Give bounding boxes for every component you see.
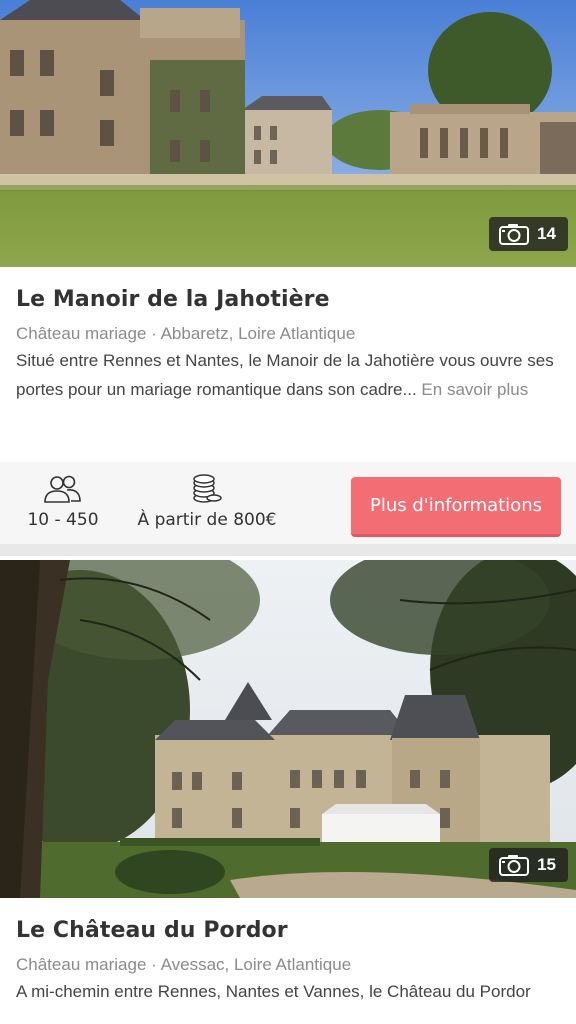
price-value: À partir de 800€ [137,510,277,530]
coins-icon [193,474,222,503]
photo-count-value: 15 [537,855,556,874]
photo-count-badge[interactable]: 15 [489,848,568,882]
listing-title[interactable]: Le Manoir de la Jahotière [16,287,560,317]
listing-description: A mi-chemin entre Rennes, Nantes et Vann… [16,977,560,1006]
listing-description: Situé entre Rennes et Nantes, le Manoir … [16,346,560,404]
photo-count-badge[interactable]: 14 [489,217,568,251]
listing-stats-bar: 10 - 450 À partir de 800€ Plus d'informa… [0,462,576,556]
camera-icon [499,224,530,245]
listing-title[interactable]: Le Château du Pordor [16,918,560,948]
guests-icon [44,475,81,503]
listing-photo[interactable]: 14 [0,0,576,267]
listing-body: Le Manoir de la Jahotière Château mariag… [0,267,576,462]
listing-card: 15 Le Château du Pordor Château mariage … [0,560,576,1006]
chateau-photo [0,560,576,898]
listing-card: 14 Le Manoir de la Jahotière Château mar… [0,0,576,556]
read-more-link[interactable]: En savoir plus [421,380,528,399]
listing-body: Le Château du Pordor Château mariage · A… [0,898,576,1006]
guest-capacity: 10 - 450 [18,474,108,530]
camera-icon [499,855,530,876]
guest-capacity-value: 10 - 450 [27,510,99,530]
listing-subtitle: Château mariage · Abbaretz, Loire Atlant… [16,324,356,343]
photo-count-value: 14 [537,224,556,243]
listing-photo[interactable]: 15 [0,560,576,898]
price-info: À partir de 800€ [128,474,286,530]
listing-description-text: A mi-chemin entre Rennes, Nantes et Vann… [16,982,531,1001]
listing-subtitle: Château mariage · Avessac, Loire Atlanti… [16,955,352,974]
more-info-button[interactable]: Plus d'informations [351,477,561,537]
